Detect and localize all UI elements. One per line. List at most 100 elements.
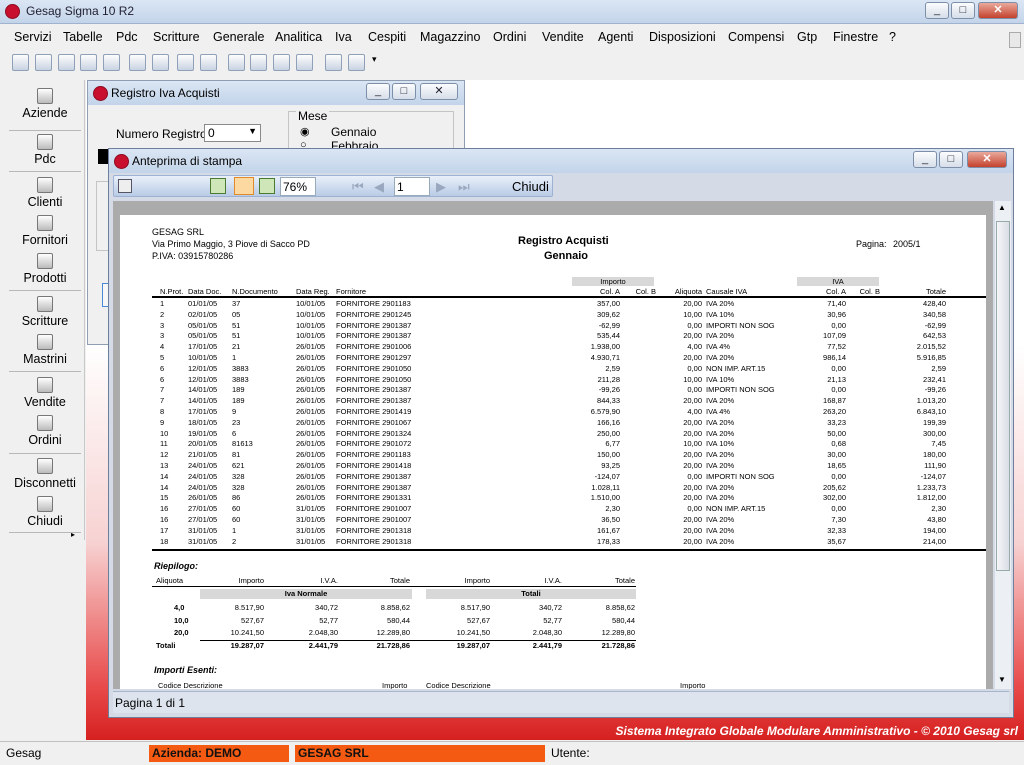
toolbar-button-1-icon[interactable] [12,54,29,71]
registro-minimize-button[interactable]: _ [366,83,390,100]
report-cell: 189 [232,385,245,395]
one-page-icon[interactable] [210,178,226,194]
registro-maximize-button[interactable]: □ [392,83,416,100]
report-cell: IVA 10% [706,374,735,384]
toolbar-button-7-icon[interactable] [152,54,169,71]
toolbar-button-9-icon[interactable] [200,54,217,71]
sidebar-item-prodotti[interactable]: Prodotti [5,253,85,285]
menu-item-magazzino[interactable]: Magazzino [420,30,480,44]
report-cell: 36,50 [601,515,620,524]
menu-item-agenti[interactable]: Agenti [598,30,633,44]
menu-item-vendite[interactable]: Vendite [542,30,584,44]
report-cell: IVA 20% [706,536,735,546]
menu-item-tabelle[interactable]: Tabelle [63,30,103,44]
toolbar-button-6-icon[interactable] [129,54,146,71]
report-cell: 168,87 [823,396,846,406]
report-cell: 24/01/05 [188,471,218,481]
report-cell: 18 [160,536,169,546]
preview-canvas[interactable]: GESAG SRL Via Primo Maggio, 3 Piove di Sa… [113,201,993,689]
scroll-thumb[interactable] [996,221,1010,571]
sidebar-item-chiudi[interactable]: Chiudi [5,496,85,528]
toolbar-button-8-icon[interactable] [177,54,194,71]
report-cell: IMPORTI NON SOG [706,385,775,395]
report-cell: 166,16 [597,417,620,427]
report-cell: 642,53 [923,331,946,341]
sidebar-item-ordini[interactable]: Ordini [5,415,85,447]
menu-item-analitica[interactable]: Analitica [275,30,322,44]
menu-item-cespiti[interactable]: Cespiti [368,30,406,44]
menu-item-servizi[interactable]: Servizi [14,30,52,44]
report-cell: 26/01/05 [296,363,326,373]
sidebar-item-vendite[interactable]: Vendite [5,377,85,409]
toolbar-button-5-icon[interactable] [103,54,120,71]
toolbar-button-12-icon[interactable] [273,54,290,71]
printer-icon[interactable] [118,179,132,193]
sidebar-item-disconnetti[interactable]: Disconnetti [5,458,85,490]
toolbar-button-10-icon[interactable] [228,54,245,71]
toolbar-button-3-icon[interactable] [58,54,75,71]
page-number-field[interactable]: 1 [394,177,430,196]
esenti-header: Importo [680,681,706,689]
menu-item-scritture[interactable]: Scritture [153,30,200,44]
last-page-icon[interactable]: ⏭ [458,179,470,195]
prev-page-icon[interactable]: ◀ [374,179,384,195]
preview-minimize-button[interactable]: _ [913,151,937,168]
two-pages-icon[interactable] [259,178,275,194]
report-cell: 0,00 [831,385,846,395]
riepilogo-cell: Totali [156,640,176,650]
vertical-scrollbar[interactable]: ▲ ▼ [995,201,1011,689]
toolbar-button-14-icon[interactable] [325,54,342,71]
group-importo-header: Importo [572,277,654,286]
maximize-button[interactable]: □ [951,2,975,19]
page-width-icon[interactable] [234,177,254,195]
minimize-button[interactable]: _ [925,2,949,19]
sidebar-item-clienti[interactable]: Clienti [5,177,85,209]
preview-logo-icon [114,154,129,169]
report-cell: NON IMP. ART.15 [706,504,766,514]
report-cell: 16 [160,504,169,514]
report-cell: 302,00 [823,493,846,503]
report-cell: 31/01/05 [296,536,326,546]
sidebar-item-pdc[interactable]: Pdc [5,134,85,166]
toolbar-button-11-icon[interactable] [250,54,267,71]
zoom-field[interactable]: 76% [280,177,316,196]
chiudi-icon [37,496,53,512]
menu-item-finestre[interactable]: Finestre [833,30,878,44]
app-logo-icon [5,4,20,19]
toolbar-button-4-icon[interactable] [80,54,97,71]
close-button[interactable]: ✕ [978,2,1018,19]
sidebar-item-label: Vendite [24,395,66,409]
report-cell: 844,33 [597,396,620,406]
sidebar-item-aziende[interactable]: Aziende [5,88,85,120]
menu-item-pdc[interactable]: Pdc [116,30,138,44]
sidebar-item-scritture[interactable]: Scritture [5,296,85,328]
numero-registro-select[interactable]: 0 ▼ [204,124,261,142]
toolbar-button-2-icon[interactable] [35,54,52,71]
mdi-close-icon[interactable] [1009,32,1021,48]
menu-item-gtp[interactable]: Gtp [797,30,817,44]
registro-close-button[interactable]: ✕ [420,83,458,100]
preview-close-button[interactable]: ✕ [967,151,1007,168]
preview-maximize-button[interactable]: □ [939,151,963,168]
sidebar-item-fornitori[interactable]: Fornitori [5,215,85,247]
scroll-up-icon[interactable]: ▲ [998,203,1006,212]
report-cell: 1.938,00 [590,342,620,352]
toolbar-button-13-icon[interactable] [296,54,313,71]
sidebar-item-mastrini[interactable]: Mastrini [5,334,85,366]
radio-gennaio[interactable]: ◉ [300,125,310,138]
toolbar-button-15-icon[interactable] [348,54,365,71]
toolbar-overflow-icon[interactable]: ▾ [372,54,377,65]
sidebar-collapse-icon[interactable]: ▸ [71,530,75,539]
next-page-icon[interactable]: ▶ [436,179,446,195]
menu-item-compensi[interactable]: Compensi [728,30,784,44]
menu-item-disposizioni[interactable]: Disposizioni [649,30,716,44]
menu-item-help[interactable]: ? [889,30,896,44]
scroll-down-icon[interactable]: ▼ [998,675,1006,684]
chiudi-button[interactable]: Chiudi [512,179,549,194]
menu-item-generale[interactable]: Generale [213,30,264,44]
menu-item-ordini[interactable]: Ordini [493,30,526,44]
report-cell: FORNITORE 2901067 [336,417,412,427]
status-azienda: Azienda: DEMO [149,745,289,762]
menu-item-iva[interactable]: Iva [335,30,352,44]
first-page-icon[interactable]: ⏮ [352,179,364,195]
